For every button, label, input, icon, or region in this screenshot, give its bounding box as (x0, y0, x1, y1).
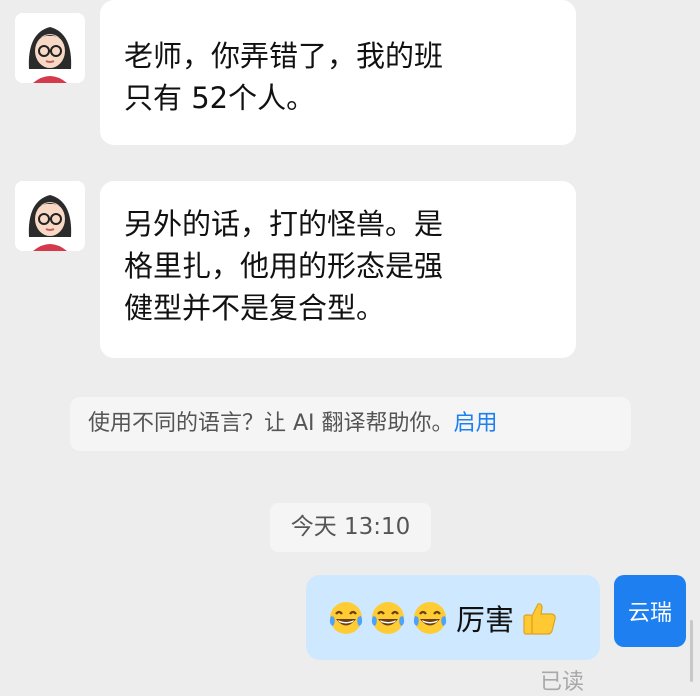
thumbs-up-icon (520, 599, 558, 637)
teacher-avatar[interactable] (15, 181, 85, 251)
teacher-avatar[interactable] (15, 13, 85, 83)
translation-notice: 使用不同的语言？让 AI 翻译帮助你。启用 (70, 397, 631, 451)
message-line: 只有 52个人。 (124, 81, 316, 115)
read-status: 已读 (540, 670, 585, 695)
avatar-portrait-icon (15, 181, 85, 251)
laughing-crying-face-icon (370, 600, 406, 636)
timestamp: 今天 13:10 (270, 503, 431, 552)
laughing-crying-face-icon (328, 600, 364, 636)
translation-notice-text: 使用不同的语言？让 AI 翻译帮助你。 (88, 411, 454, 436)
my-avatar[interactable]: 云瑞 (614, 575, 686, 647)
message-line: 另外的话，打的怪兽。是 (124, 207, 444, 241)
message-line: 格里扎，他用的形态是强 (124, 249, 444, 283)
avatar-portrait-icon (15, 13, 85, 83)
laughing-crying-face-icon (412, 600, 448, 636)
message-bubble[interactable]: 另外的话，打的怪兽。是 格里扎，他用的形态是强 健型并不是复合型。 (100, 181, 576, 358)
message-line: 老师，你弄错了，我的班 (124, 39, 444, 73)
enable-translation-link[interactable]: 启用 (454, 411, 498, 436)
my-message-text: 厉害 (456, 602, 515, 637)
message-line: 健型并不是复合型。 (124, 291, 386, 325)
scrollbar[interactable] (690, 620, 693, 682)
my-message-bubble[interactable]: 厉害 (306, 575, 600, 660)
message-bubble[interactable]: 老师，你弄错了，我的班 只有 52个人。 (100, 0, 576, 145)
